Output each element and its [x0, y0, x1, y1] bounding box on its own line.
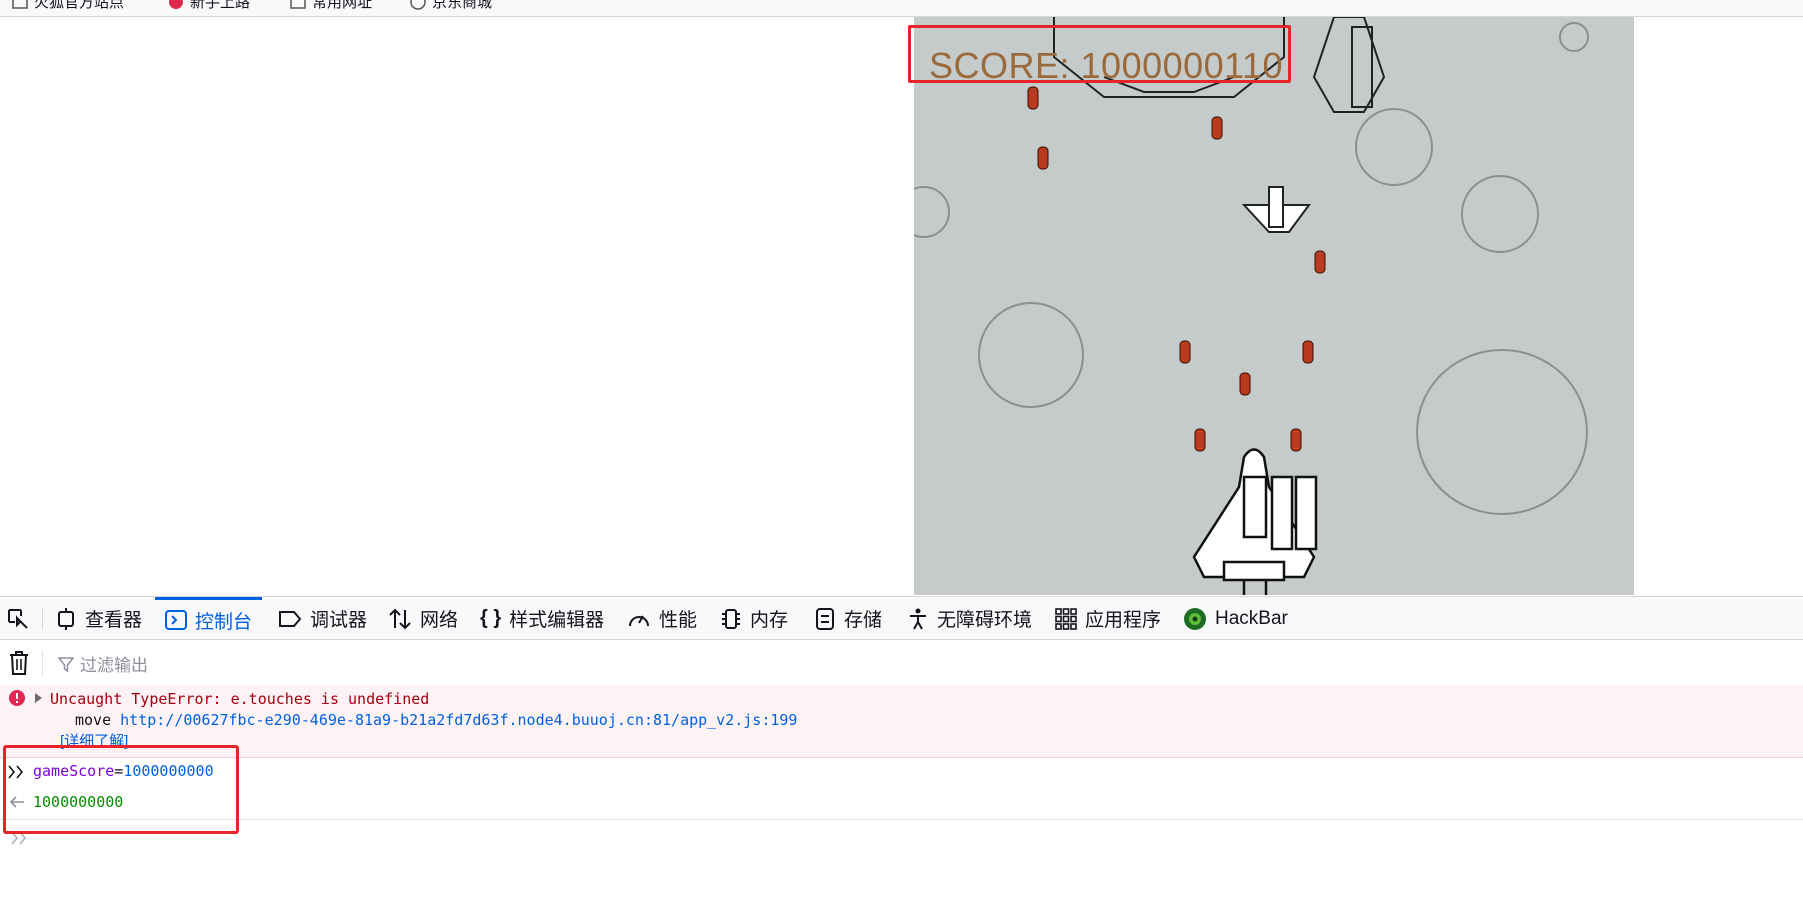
bookmark-item[interactable]: 火狐官方站点: [12, 0, 124, 12]
bookmark-item[interactable]: 新手上路: [168, 0, 250, 12]
tab-debugger[interactable]: 调试器: [278, 597, 367, 640]
console-icon: [165, 610, 187, 630]
globe-icon: [410, 0, 426, 10]
toolbar-divider: [42, 608, 43, 630]
console-toolbar: 过滤输出: [0, 640, 1803, 686]
console-error-message: Uncaught TypeError: e.touches is undefin…: [0, 685, 1803, 758]
annotation-box-score: [908, 25, 1291, 83]
error-stack-frame: move http://00627fbc-e290-469e-81a9-b21a…: [75, 711, 798, 729]
hackbar-icon: [1184, 607, 1206, 630]
tab-storage[interactable]: 存储: [814, 597, 882, 640]
filter-input[interactable]: 过滤输出: [58, 651, 148, 676]
console-output: Uncaught TypeError: e.touches is undefin…: [0, 685, 1803, 913]
memory-icon: [722, 608, 740, 629]
folder-icon: [12, 0, 28, 10]
folder-icon: [290, 0, 306, 10]
bullet-icons: [1027, 86, 1326, 452]
row-divider: [0, 819, 1803, 820]
network-icon: [389, 608, 411, 629]
clear-console-button[interactable]: [8, 650, 30, 681]
player-ship-icon: [1192, 448, 1318, 595]
filter-icon: [58, 656, 74, 672]
bookmarks-toolbar: 火狐官方站点 新手上路 常用网址 京东商城: [0, 0, 1803, 17]
storage-icon: [816, 607, 834, 630]
style-editor-icon: { }: [480, 607, 502, 629]
bookmark-item[interactable]: 常用网址: [290, 0, 372, 12]
tab-hackbar[interactable]: HackBar: [1183, 597, 1288, 640]
filter-placeholder: 过滤输出: [80, 656, 148, 675]
bookmark-item[interactable]: 京东商城: [410, 0, 492, 12]
element-picker-icon: [8, 608, 28, 629]
game-scene: [914, 17, 1589, 595]
trash-icon: [10, 651, 28, 675]
tab-style-editor[interactable]: { } 样式编辑器: [480, 597, 604, 640]
tab-application[interactable]: 应用程序: [1055, 597, 1161, 640]
devtools-tab-bar: 查看器 控制台 调试器 网络 { } 样式编辑器 性能 内存 存储 无障碍环境 …: [0, 596, 1803, 640]
inspector-icon: [58, 607, 74, 630]
annotation-box-console: [3, 745, 239, 834]
element-picker-button[interactable]: [6, 597, 30, 640]
accessibility-icon: [910, 608, 926, 629]
tab-accessibility[interactable]: 无障碍环境: [907, 597, 1032, 640]
error-icon: [9, 690, 25, 706]
toolbar-divider: [42, 650, 43, 676]
tab-performance[interactable]: 性能: [627, 597, 697, 640]
firefox-icon: [168, 0, 184, 10]
error-source-link[interactable]: http://00627fbc-e290-469e-81a9-b21a2fd7d…: [120, 711, 797, 729]
tab-network[interactable]: 网络: [388, 597, 458, 640]
performance-icon: [629, 615, 649, 626]
page-content: SCORE: 1000000110: [0, 17, 1803, 595]
application-icon: [1055, 607, 1077, 630]
small-enemy-icon: [1241, 186, 1311, 233]
tab-console[interactable]: 控制台: [155, 597, 263, 640]
asteroid-icons: [914, 22, 1589, 515]
debugger-icon: [279, 610, 302, 627]
tab-inspector[interactable]: 查看器: [55, 597, 142, 640]
expand-arrow-icon[interactable]: [34, 692, 44, 704]
game-canvas[interactable]: [914, 17, 1634, 595]
tab-memory[interactable]: 内存: [720, 597, 788, 640]
